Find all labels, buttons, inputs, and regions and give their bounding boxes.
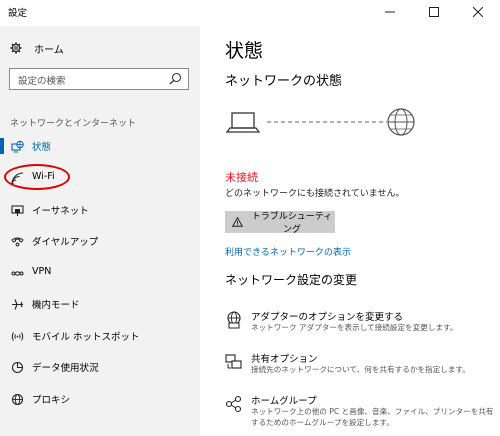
sidebar-item-data-usage[interactable]: データ使用状況 <box>0 356 200 378</box>
sidebar-item-airplane-mode[interactable]: 機内モード <box>0 293 200 315</box>
sidebar-item-label: 機内モード <box>32 300 80 311</box>
vpn-icon <box>10 265 24 281</box>
close-button[interactable] <box>456 0 500 24</box>
sidebar-item-ethernet[interactable]: イーサネット <box>0 199 200 221</box>
home-nav-item[interactable]: ホーム <box>10 40 64 56</box>
home-label: ホーム <box>34 44 64 56</box>
option-title: ホームグループ <box>251 396 317 407</box>
search-input[interactable]: 設定の検索 <box>9 68 189 90</box>
sidebar-item-wifi[interactable]: Wi-Fi <box>0 167 200 189</box>
sidebar-item-proxy[interactable]: プロキシ <box>0 388 200 410</box>
main-content: 状態 ネットワークの状態 未接続 どのネットワークにも接続されていません。 トラ… <box>200 26 500 436</box>
search-placeholder: 設定の検索 <box>18 76 66 87</box>
sharing-icon <box>225 354 242 369</box>
title-bar: 設定 <box>0 0 500 26</box>
option-description: 接続先のネットワークについて、何を共有するかを指定します。 <box>251 365 470 374</box>
search-icon[interactable] <box>169 72 182 85</box>
minimize-button[interactable] <box>368 0 412 24</box>
ethernet-icon <box>10 202 24 218</box>
option-title: 共有オプション <box>251 354 318 365</box>
maximize-button[interactable] <box>412 0 456 24</box>
dialup-icon <box>10 233 24 249</box>
sidebar-item-label: 状態 <box>32 142 52 153</box>
change-settings-heading: ネットワーク設定の変更 <box>225 273 358 287</box>
option-description: ネットワーク アダプターを表示して接続設定を変更します。 <box>251 323 458 332</box>
option-description: ネットワーク上の他の PC と画像、音楽、ファイル、プリンターを共有するためのホ… <box>251 407 494 427</box>
maximize-icon <box>429 7 439 17</box>
minimize-icon <box>385 11 395 13</box>
internet-globe-icon <box>387 108 415 136</box>
sidebar-item-label: VPN <box>32 266 52 277</box>
sidebar-item-status[interactable]: 状態 <box>0 135 200 157</box>
globe-monitor-icon <box>10 138 24 154</box>
laptop-icon <box>225 112 261 133</box>
connection-status-description: どのネットワークにも接続されていません。 <box>225 189 405 199</box>
available-networks-link[interactable]: 利用できるネットワークの表示 <box>225 245 351 258</box>
sidebar-item-label: イーサネット <box>32 206 89 217</box>
warning-icon <box>232 217 243 227</box>
airplane-icon <box>10 296 24 312</box>
proxy-globe-icon <box>10 391 24 407</box>
connection-status: 未接続 <box>225 171 258 184</box>
sidebar-item-vpn[interactable]: VPN <box>0 262 200 284</box>
close-icon <box>473 7 483 17</box>
network-diagram <box>225 108 415 136</box>
sidebar-item-label: モバイル ホットスポット <box>32 332 140 343</box>
troubleshoot-label: トラブルシューティング <box>251 212 333 235</box>
sidebar-item-mobile-hotspot[interactable]: モバイル ホットスポット <box>0 325 200 347</box>
homegroup-icon <box>225 395 242 413</box>
sidebar-item-label: データ使用状況 <box>32 363 99 374</box>
sidebar-item-label: ダイヤルアップ <box>32 237 99 248</box>
active-indicator <box>0 138 4 154</box>
hotspot-icon <box>10 328 24 344</box>
network-status-heading: ネットワークの状態 <box>225 74 343 89</box>
page-title: 状態 <box>225 40 264 62</box>
window-title: 設定 <box>8 8 28 19</box>
sidebar-item-dialup[interactable]: ダイヤルアップ <box>0 230 200 252</box>
troubleshoot-button[interactable]: トラブルシューティング <box>225 211 335 235</box>
data-usage-icon <box>10 359 24 375</box>
sidebar-item-label: プロキシ <box>32 395 71 406</box>
gear-icon <box>10 42 22 54</box>
sidebar-item-label: Wi-Fi <box>32 171 55 182</box>
sidebar: ホーム 設定の検索 ネットワークとインターネット 状態 Wi-Fi イーサネット… <box>0 26 200 436</box>
section-label: ネットワークとインターネット <box>10 119 137 129</box>
option-title: アダプターのオプションを変更する <box>251 312 404 323</box>
wifi-icon <box>10 170 24 186</box>
adapter-icon <box>227 311 241 329</box>
